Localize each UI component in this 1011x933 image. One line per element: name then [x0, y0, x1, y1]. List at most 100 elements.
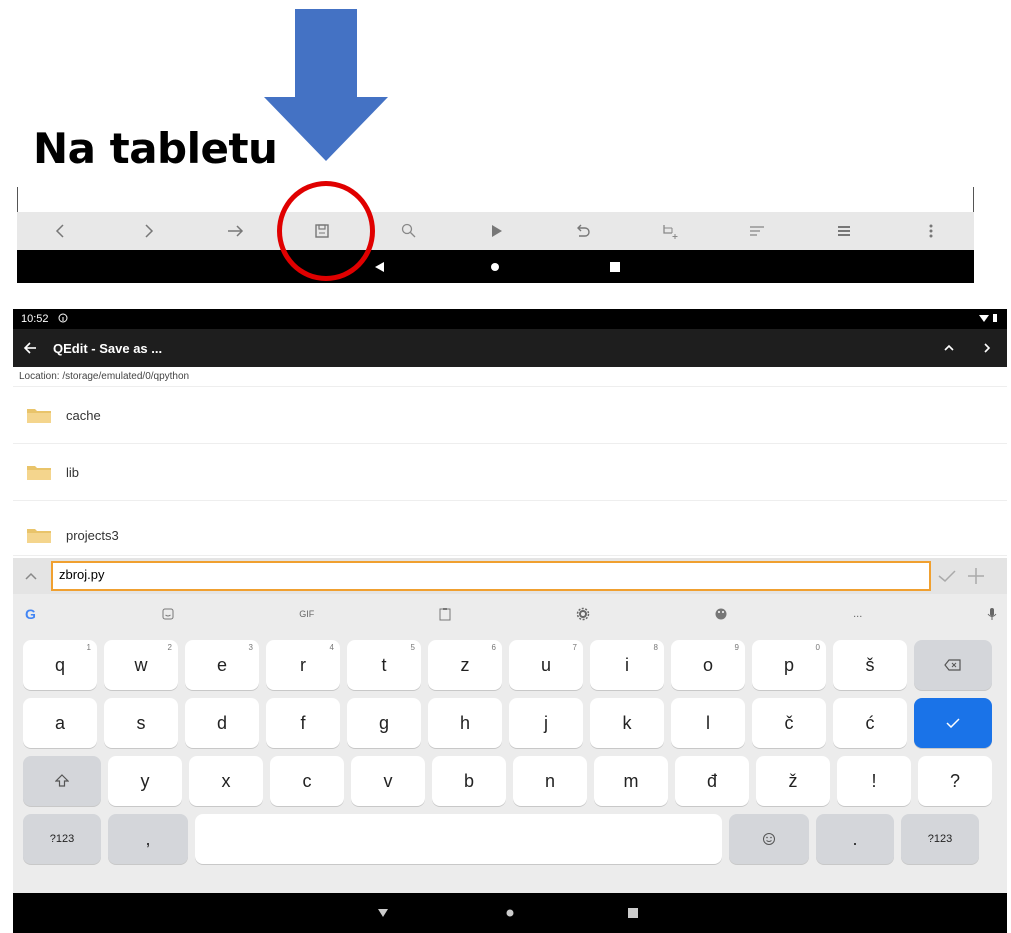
wifi-battery-icon	[979, 313, 999, 326]
key-label: !	[871, 770, 877, 791]
clipboard-icon[interactable]	[439, 607, 451, 621]
shift-key[interactable]	[23, 756, 101, 806]
key-o[interactable]: o9	[671, 640, 745, 690]
home-dot-icon[interactable]	[490, 262, 500, 272]
key-hint: 0	[815, 643, 820, 652]
key-l[interactable]: l	[671, 698, 745, 748]
folder-row-projects3[interactable]: projects3	[13, 501, 1007, 556]
key-hint: 6	[491, 643, 496, 652]
key-e[interactable]: e3	[185, 640, 259, 690]
key-exclamation[interactable]: !	[837, 756, 911, 806]
expand-up-button[interactable]	[17, 562, 45, 590]
symbols-key-right[interactable]: ?123	[901, 814, 979, 864]
filename-input[interactable]: zbroj.py	[51, 561, 931, 591]
comma-key[interactable]: ,	[108, 814, 188, 864]
chevron-right-icon[interactable]	[128, 216, 168, 246]
folder-icon	[27, 529, 51, 543]
space-key[interactable]	[195, 814, 722, 864]
key-s[interactable]: s	[104, 698, 178, 748]
add-plus-button[interactable]	[963, 562, 989, 590]
chevron-left-icon[interactable]	[41, 216, 81, 246]
gif-button[interactable]: GIF	[299, 609, 314, 619]
folder-name: lib	[66, 464, 80, 480]
page-heading: Na tabletu	[33, 124, 278, 173]
period-key[interactable]: .	[816, 814, 894, 864]
key-d[interactable]: d	[185, 698, 259, 748]
back-arrow-icon[interactable]	[23, 341, 37, 355]
key-label: x	[221, 770, 231, 791]
key-g[interactable]: g	[347, 698, 421, 748]
key-j[interactable]: j	[509, 698, 583, 748]
key-c[interactable]: c	[270, 756, 344, 806]
sticker-icon[interactable]	[161, 607, 175, 621]
key-label: y	[140, 770, 150, 791]
back-triangle-icon[interactable]	[373, 261, 385, 273]
highlight-circle	[277, 181, 375, 281]
key-q[interactable]: q1	[23, 640, 97, 690]
key-label: š	[865, 654, 875, 675]
chevron-right-icon[interactable]	[981, 342, 993, 354]
key-hint: 2	[167, 643, 172, 652]
search-icon[interactable]	[389, 216, 429, 246]
key-a[interactable]: a	[23, 698, 97, 748]
back-down-triangle-icon[interactable]	[377, 908, 389, 918]
confirm-check-button[interactable]	[934, 562, 960, 590]
key-n[interactable]: n	[513, 756, 587, 806]
key-w[interactable]: w2	[104, 640, 178, 690]
folder-row-lib[interactable]: lib	[13, 444, 1007, 501]
system-nav-bar-bottom	[13, 893, 1007, 933]
key-m[interactable]: m	[594, 756, 668, 806]
google-g-icon[interactable]: G	[25, 606, 36, 622]
key-v[interactable]: v	[351, 756, 425, 806]
key-d-stroke[interactable]: đ	[675, 756, 749, 806]
key-hint: 8	[653, 643, 658, 652]
system-nav-bar	[17, 250, 974, 283]
key-z-caron[interactable]: ž	[756, 756, 830, 806]
key-c-caron[interactable]: č	[752, 698, 826, 748]
microphone-icon[interactable]	[987, 607, 997, 621]
palette-icon[interactable]	[714, 607, 728, 621]
recents-square-icon[interactable]	[610, 261, 620, 272]
enter-key[interactable]	[914, 698, 992, 748]
key-z[interactable]: z6	[428, 640, 502, 690]
undo-icon[interactable]	[563, 216, 603, 246]
more-vert-icon[interactable]	[911, 216, 951, 246]
key-i[interactable]: i8	[590, 640, 664, 690]
emoji-icon	[763, 833, 775, 845]
settings-gear-icon[interactable]	[576, 607, 590, 621]
key-hint: 5	[410, 643, 415, 652]
key-x[interactable]: x	[189, 756, 263, 806]
folder-row-cache[interactable]: cache	[13, 387, 1007, 444]
menu-list-icon[interactable]	[824, 216, 864, 246]
key-b[interactable]: b	[432, 756, 506, 806]
key-y[interactable]: y	[108, 756, 182, 806]
key-u[interactable]: u7	[509, 640, 583, 690]
arrow-right-icon[interactable]	[215, 216, 255, 246]
chevron-up-icon[interactable]	[943, 342, 955, 354]
keyboard-row-2: a s d f g h j k l č ć	[23, 698, 992, 748]
key-label: p	[783, 654, 794, 675]
key-p[interactable]: p0	[752, 640, 826, 690]
recents-square-icon[interactable]	[628, 908, 638, 918]
key-r[interactable]: r4	[266, 640, 340, 690]
key-c-acute[interactable]: ć	[833, 698, 907, 748]
key-f[interactable]: f	[266, 698, 340, 748]
key-label: l	[706, 712, 710, 733]
more-options-button[interactable]: ...	[853, 608, 862, 620]
format-lines-icon[interactable]	[737, 216, 777, 246]
key-label: e	[216, 654, 227, 675]
symbols-key-left[interactable]: ?123	[23, 814, 101, 864]
key-question[interactable]: ?	[918, 756, 992, 806]
play-icon[interactable]	[476, 216, 516, 246]
key-k[interactable]: k	[590, 698, 664, 748]
key-h[interactable]: h	[428, 698, 502, 748]
crop-add-icon[interactable]	[650, 216, 690, 246]
emoji-key[interactable]	[729, 814, 809, 864]
status-time: 10:52	[21, 313, 49, 325]
key-label: u	[540, 654, 551, 675]
backspace-key[interactable]	[914, 640, 992, 690]
key-s-caron[interactable]: š	[833, 640, 907, 690]
key-t[interactable]: t5	[347, 640, 421, 690]
editor-area[interactable]	[17, 187, 974, 213]
home-dot-icon[interactable]	[506, 909, 515, 918]
